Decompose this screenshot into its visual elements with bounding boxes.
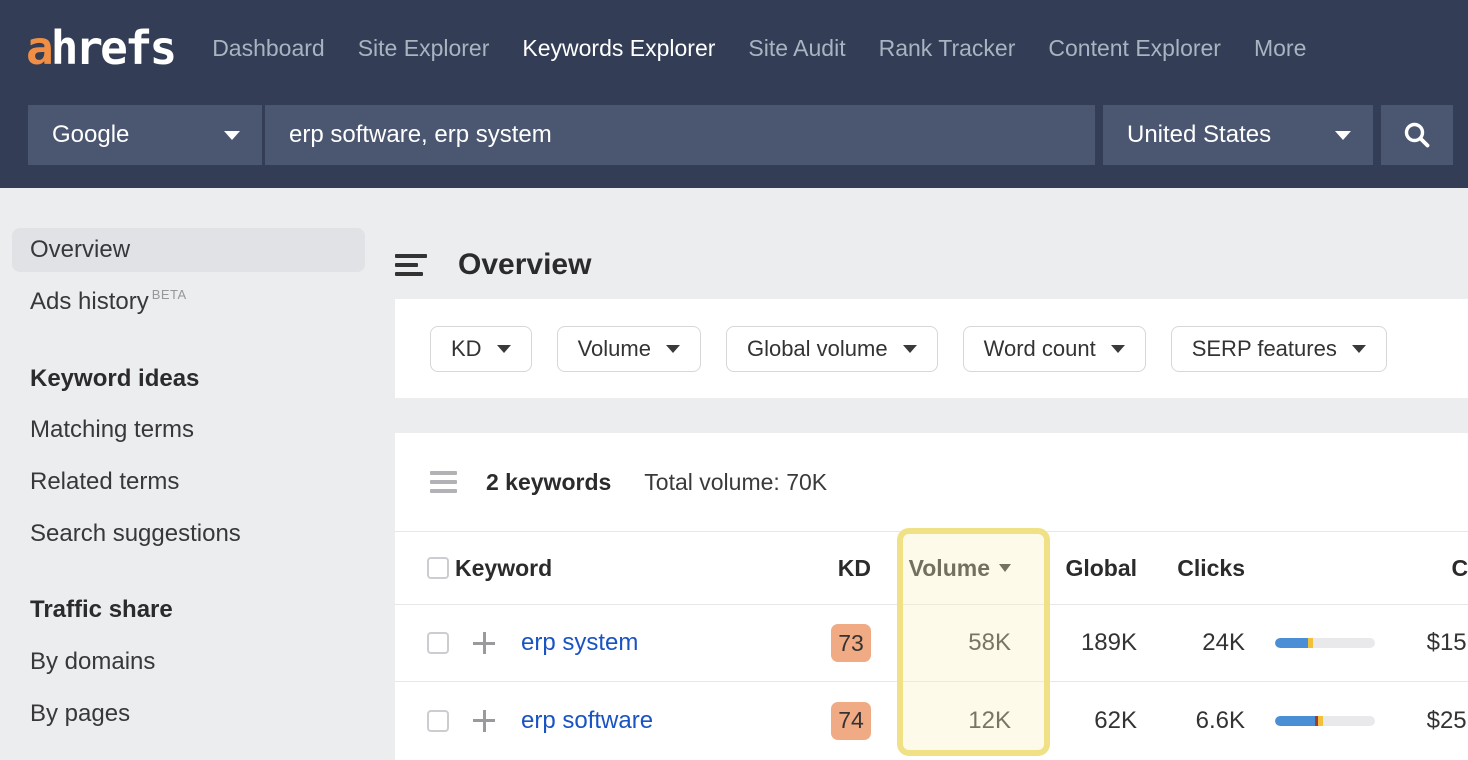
keyword-link[interactable]: erp software	[521, 707, 653, 735]
keywords-explorer-page: ahrefs Dashboard Site Explorer Keywords …	[0, 0, 1468, 760]
search-button[interactable]	[1381, 105, 1453, 165]
select-all-checkbox[interactable]	[427, 557, 449, 579]
main-nav: Dashboard Site Explorer Keywords Explore…	[212, 35, 1306, 62]
clicks-value: 24K	[1137, 629, 1245, 657]
kd-badge: 73	[831, 624, 871, 662]
search-bar: Google United States	[0, 96, 1468, 188]
bar-segment-yellow	[1308, 638, 1313, 648]
sidebar-item-by-pages[interactable]: By pages	[30, 700, 130, 728]
clicks-distribution-bar	[1275, 716, 1375, 726]
filter-word-count-button[interactable]: Word count	[963, 326, 1146, 372]
filter-label: KD	[451, 336, 482, 362]
column-header-global[interactable]: Global	[1011, 555, 1137, 582]
total-volume: Total volume: 70K	[644, 469, 827, 496]
chevron-down-icon	[1352, 345, 1366, 353]
nav-dashboard[interactable]: Dashboard	[212, 35, 325, 62]
magnifier-icon	[1401, 119, 1433, 151]
filter-global-volume-button[interactable]: Global volume	[726, 326, 938, 372]
keywords-input[interactable]	[265, 105, 1095, 165]
kd-badge: 74	[831, 702, 871, 740]
column-header-cpc[interactable]: CPC	[1375, 555, 1468, 582]
filter-label: SERP features	[1192, 336, 1337, 362]
clicks-distribution-bar	[1275, 638, 1375, 648]
volume-value: 12K	[871, 707, 1011, 735]
list-menu-icon[interactable]	[430, 471, 457, 493]
sidebar-item-by-domains[interactable]: By domains	[30, 648, 155, 676]
bar-segment-blue	[1275, 716, 1315, 726]
sidebar-header-keyword-ideas: Keyword ideas	[30, 365, 199, 393]
bar-segment-blue	[1275, 638, 1308, 648]
sidebar-item-overview[interactable]: Overview	[12, 228, 365, 272]
keywords-table: 2 keywords Total volume: 70K Keyword KD …	[395, 433, 1468, 760]
sidebar-item-label: Ads history	[30, 288, 149, 315]
keywords-count: 2 keywords	[486, 469, 611, 496]
nav-rank-tracker[interactable]: Rank Tracker	[879, 35, 1016, 62]
sidebar-item-label: Overview	[30, 236, 130, 264]
column-header-volume[interactable]: Volume	[871, 555, 1011, 582]
table-row: erp system 73 58K 189K 24K $15.00	[395, 605, 1468, 682]
nav-keywords-explorer[interactable]: Keywords Explorer	[522, 35, 715, 62]
nav-more[interactable]: More	[1254, 35, 1306, 62]
global-value: 62K	[1011, 707, 1137, 735]
global-value: 189K	[1011, 629, 1137, 657]
table-row: erp software 74 12K 62K 6.6K $25.00	[395, 682, 1468, 759]
sidebar: Overview Ads historyBETA Keyword ideas M…	[0, 188, 375, 760]
filter-kd-button[interactable]: KD	[430, 326, 532, 372]
sidebar-item-search-suggestions[interactable]: Search suggestions	[30, 520, 241, 548]
table-toolbar: 2 keywords Total volume: 70K	[395, 433, 1468, 532]
sidebar-header-traffic-share: Traffic share	[30, 596, 173, 624]
sidebar-item-ads-history[interactable]: Ads historyBETA	[30, 288, 187, 316]
sidebar-item-related-terms[interactable]: Related terms	[30, 468, 179, 496]
filter-volume-button[interactable]: Volume	[557, 326, 701, 372]
search-engine-select[interactable]: Google	[28, 105, 262, 165]
nav-content-explorer[interactable]: Content Explorer	[1048, 35, 1221, 62]
column-header-keyword[interactable]: Keyword	[455, 555, 811, 582]
filters-bar: KD Volume Global volume Word count SERP …	[395, 299, 1468, 398]
collapse-sidebar-icon[interactable]	[395, 254, 427, 276]
keyword-link[interactable]: erp system	[521, 629, 638, 657]
chevron-down-icon	[903, 345, 917, 353]
column-header-kd[interactable]: KD	[811, 555, 871, 582]
chevron-down-icon	[1111, 345, 1125, 353]
add-to-list-icon[interactable]	[473, 632, 495, 654]
country-value: United States	[1127, 121, 1271, 149]
logo-accent-letter: a	[26, 21, 51, 75]
logo-rest: hrefs	[51, 21, 174, 75]
filter-label: Global volume	[747, 336, 888, 362]
column-header-clicks[interactable]: Clicks	[1137, 555, 1245, 582]
country-select[interactable]: United States	[1103, 105, 1373, 165]
sidebar-item-matching-terms[interactable]: Matching terms	[30, 416, 194, 444]
cpc-value: $25.00	[1375, 707, 1468, 735]
top-navigation: ahrefs Dashboard Site Explorer Keywords …	[0, 0, 1468, 96]
chevron-down-icon	[497, 345, 511, 353]
chevron-down-icon	[666, 345, 680, 353]
filter-label: Word count	[984, 336, 1096, 362]
filter-label: Volume	[578, 336, 651, 362]
app-header: ahrefs Dashboard Site Explorer Keywords …	[0, 0, 1468, 188]
table-header-row: Keyword KD Volume Global Clicks CPC	[395, 532, 1468, 605]
add-to-list-icon[interactable]	[473, 710, 495, 732]
clicks-value: 6.6K	[1137, 707, 1245, 735]
row-checkbox[interactable]	[427, 632, 449, 654]
ahrefs-logo[interactable]: ahrefs	[26, 21, 174, 75]
beta-badge: BETA	[152, 287, 187, 302]
page-title: Overview	[458, 248, 591, 282]
filter-serp-features-button[interactable]: SERP features	[1171, 326, 1387, 372]
page-title-row: Overview	[395, 228, 591, 302]
chevron-down-icon	[1335, 131, 1351, 140]
row-checkbox[interactable]	[427, 710, 449, 732]
volume-value: 58K	[871, 629, 1011, 657]
nav-site-explorer[interactable]: Site Explorer	[358, 35, 490, 62]
chevron-down-icon	[224, 131, 240, 140]
sort-desc-icon	[999, 564, 1011, 572]
nav-site-audit[interactable]: Site Audit	[748, 35, 845, 62]
search-engine-value: Google	[52, 121, 129, 149]
cpc-value: $15.00	[1375, 629, 1468, 657]
bar-segment-yellow	[1318, 716, 1323, 726]
